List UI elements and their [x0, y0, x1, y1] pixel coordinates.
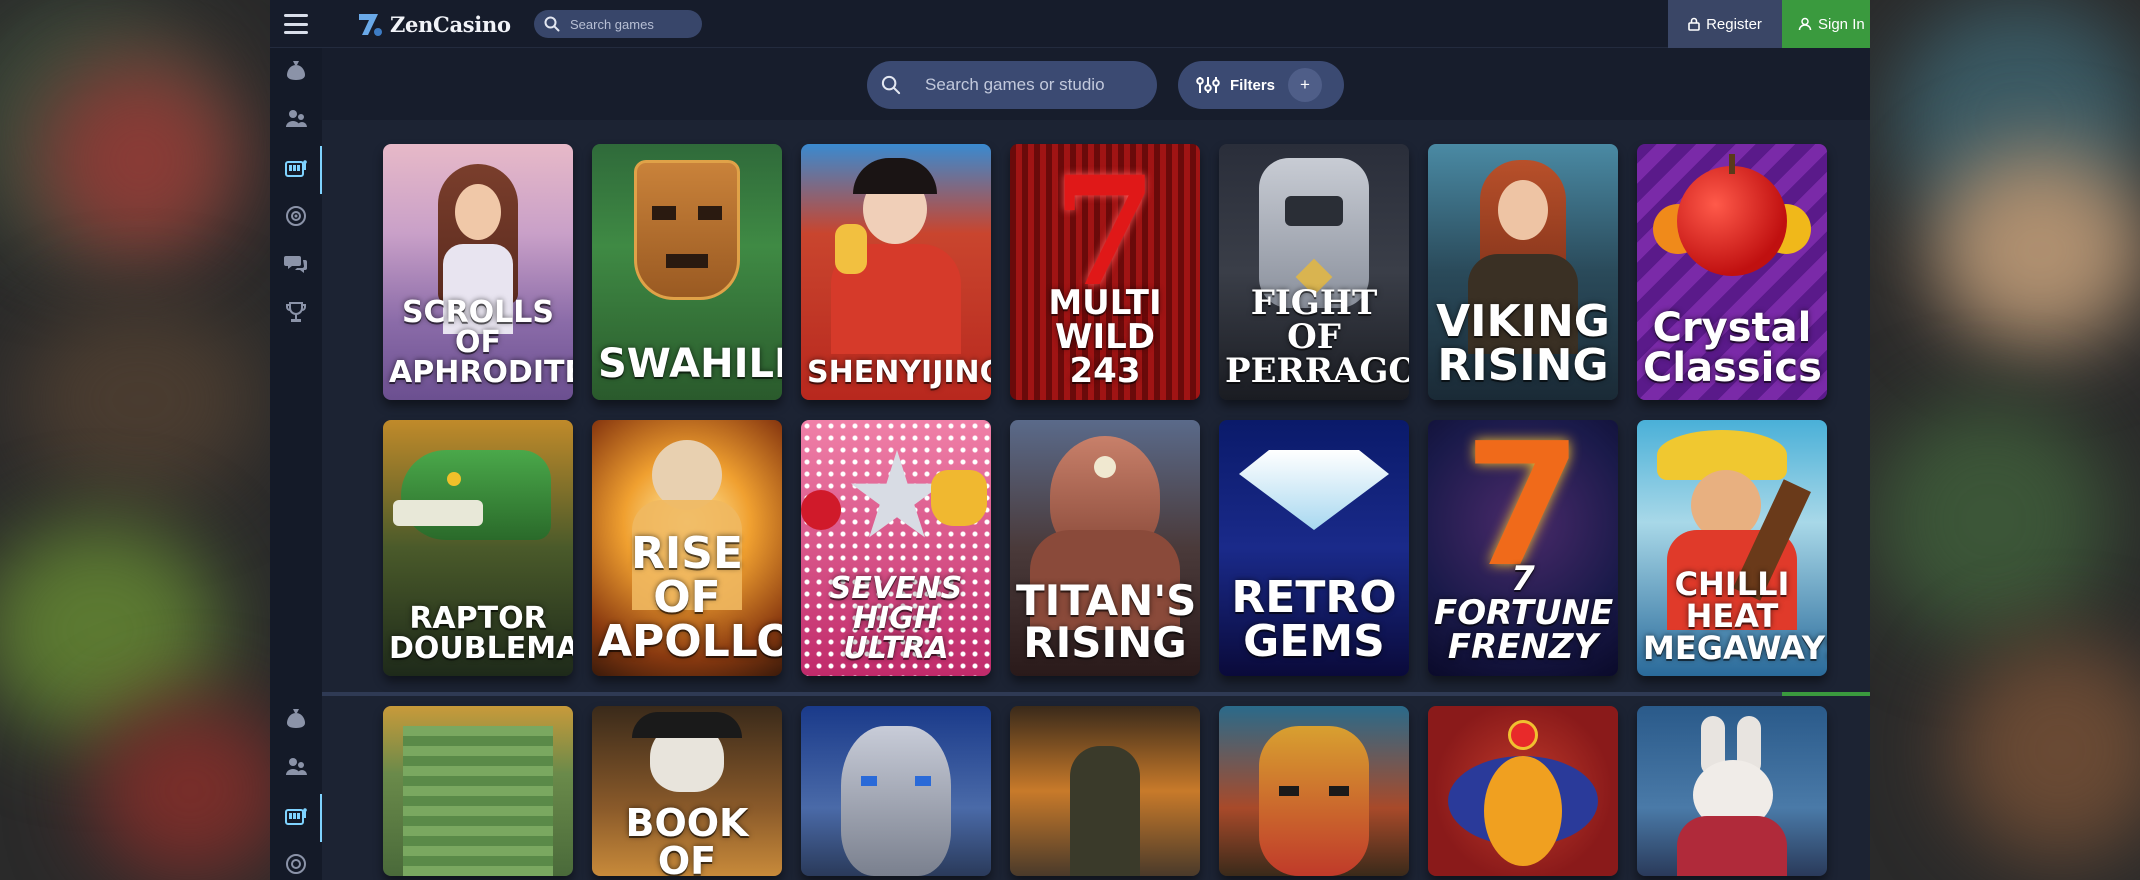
game-title: 7 FORTUNE FRENZY: [1434, 559, 1614, 667]
game-title: SEVENS HIGH ULTRA: [829, 571, 963, 666]
game-card[interactable]: VIKING RISING: [1428, 144, 1618, 400]
game-art: [1428, 706, 1618, 876]
game-card[interactable]: [1219, 706, 1409, 876]
game-card[interactable]: Crystal Classics: [1637, 144, 1827, 400]
sliders-icon: [1196, 77, 1220, 93]
game-card[interactable]: SHENYIJING: [801, 144, 991, 400]
background-left: [0, 0, 270, 880]
game-card[interactable]: RETRO GEMS: [1219, 420, 1409, 676]
game-title: BOOK OF: [625, 801, 749, 876]
filter-bar: Filters +: [322, 48, 1870, 120]
header-search-input[interactable]: [570, 16, 688, 32]
game-art: [383, 706, 573, 876]
game-card[interactable]: SEVENS HIGH ULTRA: [801, 420, 991, 676]
game-card[interactable]: SCROLLS OF APHRODITE: [383, 144, 573, 400]
brand-name: ZenCasino: [390, 11, 511, 37]
game-card[interactable]: 7 7 FORTUNE FRENZY: [1428, 420, 1618, 676]
game-search[interactable]: [867, 61, 1157, 109]
game-title: Crystal Classics: [1643, 305, 1822, 391]
roulette-icon[interactable]: [284, 852, 308, 876]
top-header: ZenCasino Register Sign In: [270, 0, 1870, 48]
logo-mark-icon: [359, 14, 382, 36]
game-card[interactable]: 7 MULTI WILD 243: [1010, 144, 1200, 400]
search-icon: [881, 75, 901, 95]
background-right: [1870, 0, 2140, 880]
trophy-icon[interactable]: [284, 300, 308, 324]
hamburger-menu-button[interactable]: [284, 14, 308, 34]
game-title: RISE OF APOLLO: [598, 528, 782, 667]
game-card[interactable]: [1637, 706, 1827, 876]
game-title: TITAN'S RISING: [1016, 576, 1197, 667]
game-search-input[interactable]: [925, 75, 1145, 95]
users-icon[interactable]: [284, 106, 308, 130]
game-card[interactable]: RISE OF APOLLO: [592, 420, 782, 676]
game-card[interactable]: [1428, 706, 1618, 876]
game-title: SCROLLS OF APHRODITE: [389, 295, 573, 390]
filters-button[interactable]: Filters +: [1178, 61, 1344, 109]
game-title: CHILLI HEATMEGAWAYS: [1643, 565, 1827, 667]
game-card[interactable]: RAPTORDOUBLEMAX: [383, 420, 573, 676]
game-card[interactable]: [1010, 706, 1200, 876]
users-icon[interactable]: [284, 754, 308, 778]
sidebar-lower: [270, 696, 322, 880]
game-card[interactable]: [383, 706, 573, 876]
game-art: [1010, 706, 1200, 876]
header-search[interactable]: [534, 10, 702, 38]
game-title: RETRO GEMS: [1231, 572, 1397, 667]
game-card[interactable]: BOOK OF: [592, 706, 782, 876]
chat-icon[interactable]: [284, 252, 308, 276]
casino-app-window: ZenCasino Register Sign In: [270, 0, 1870, 880]
money-bag-icon[interactable]: [284, 58, 308, 82]
game-art: [1219, 706, 1409, 876]
user-icon: [1798, 17, 1812, 31]
game-title: SHENYIJING: [807, 355, 991, 390]
brand-logo[interactable]: ZenCasino: [356, 8, 511, 40]
register-button[interactable]: Register: [1668, 0, 1782, 48]
add-filter-button[interactable]: +: [1288, 68, 1322, 102]
money-bag-icon[interactable]: [284, 706, 308, 730]
lock-icon: [1688, 17, 1700, 31]
game-title: VIKING RISING: [1436, 296, 1610, 391]
roulette-icon[interactable]: [284, 204, 308, 228]
game-title: FIGHT OFPERRAGON: [1225, 283, 1409, 391]
game-card[interactable]: CHILLI HEATMEGAWAYS: [1637, 420, 1827, 676]
sign-in-button[interactable]: Sign In: [1782, 0, 1870, 48]
game-grid: SCROLLS OF APHRODITE SWAHILI SHENYIJING …: [322, 120, 1870, 692]
game-title: MULTI WILD 243: [1048, 283, 1162, 391]
slot-machine-icon[interactable]: [284, 804, 308, 828]
game-art: [1637, 706, 1827, 876]
game-card[interactable]: FIGHT OFPERRAGON: [1219, 144, 1409, 400]
sign-in-label: Sign In: [1818, 15, 1865, 33]
game-card[interactable]: SWAHILI: [592, 144, 782, 400]
game-title: SWAHILI: [598, 341, 782, 387]
game-title: RAPTORDOUBLEMAX: [389, 601, 573, 666]
slot-machine-icon[interactable]: [284, 156, 308, 180]
game-art: [801, 706, 991, 876]
game-card[interactable]: TITAN'S RISING: [1010, 420, 1200, 676]
register-label: Register: [1706, 15, 1762, 33]
search-icon: [544, 16, 560, 32]
game-grid-lower: BOOK OF: [322, 696, 1870, 880]
game-card[interactable]: [801, 706, 991, 876]
filters-label: Filters: [1230, 76, 1276, 94]
